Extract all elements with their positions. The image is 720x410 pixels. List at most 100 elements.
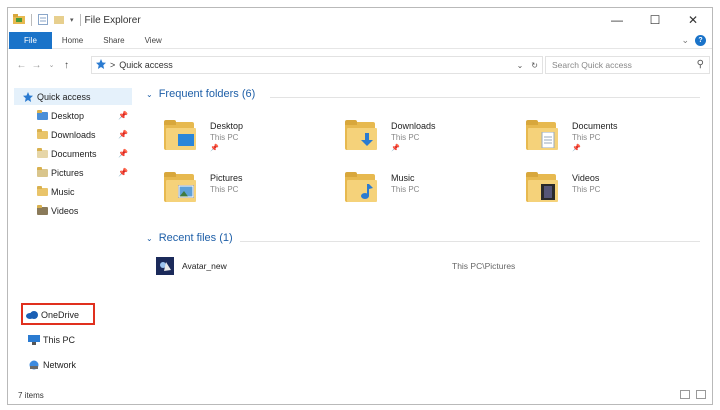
- videos-folder-icon: [36, 204, 48, 216]
- desktop-folder-icon: [36, 109, 48, 121]
- pin-icon: 📌: [118, 111, 128, 120]
- details-view-icon[interactable]: [680, 390, 690, 399]
- quick-access-star-icon: [96, 59, 106, 71]
- recent-locations-icon[interactable]: ⌄: [44, 55, 59, 75]
- status-bar: 7 items: [8, 386, 712, 404]
- recent-file-path: This PC\Pictures: [452, 261, 516, 271]
- pin-icon: 📌: [118, 130, 128, 139]
- address-dropdown-icon[interactable]: ⌄: [517, 61, 524, 70]
- folder-name: Documents: [572, 121, 618, 131]
- folder-location: This PC: [391, 185, 420, 194]
- forward-arrow-icon[interactable]: →: [29, 55, 44, 75]
- tab-view[interactable]: View: [135, 32, 172, 49]
- music-folder-icon: [36, 185, 48, 197]
- window-controls: — ☐ ✕: [598, 8, 712, 32]
- network-icon: [28, 360, 40, 370]
- up-arrow-icon[interactable]: ↑: [59, 55, 74, 75]
- pin-icon: 📌: [118, 168, 128, 177]
- sidebar-item-documents[interactable]: Documents 📌: [36, 145, 132, 162]
- new-folder-icon[interactable]: [54, 14, 64, 26]
- properties-icon[interactable]: [38, 13, 48, 27]
- search-input[interactable]: Search Quick access ⚲: [545, 56, 710, 74]
- pictures-folder-icon: [36, 166, 48, 178]
- window-title: File Explorer: [84, 14, 141, 26]
- ribbon-tabs: File Home Share View ⌄ ?: [8, 31, 712, 49]
- large-icons-view-icon[interactable]: [696, 390, 706, 399]
- sidebar-item-network[interactable]: Network: [28, 356, 128, 373]
- computer-icon: [28, 334, 40, 345]
- view-toggle-group: [680, 390, 706, 399]
- folder-location: This PC: [391, 133, 420, 142]
- documents-folder-icon: [36, 147, 48, 159]
- folder-location: This PC: [210, 185, 239, 194]
- sidebar-item-downloads[interactable]: Downloads 📌: [36, 126, 132, 143]
- address-bar-controls: ⌄ ↻: [517, 57, 538, 73]
- folder-tile-desktop[interactable]: Desktop This PC 📌: [164, 120, 334, 164]
- sidebar-item-label: Videos: [51, 205, 79, 216]
- recent-file-row[interactable]: Avatar_new This PC\Pictures: [156, 256, 696, 276]
- close-button[interactable]: ✕: [674, 8, 712, 32]
- maximize-button[interactable]: ☐: [636, 8, 674, 32]
- quick-access-toolbar: ▾: [8, 8, 81, 32]
- help-icon[interactable]: ?: [695, 35, 706, 46]
- ribbon-right-controls: ⌄ ?: [681, 32, 706, 49]
- explorer-app-icon: [13, 14, 25, 26]
- breadcrumb-separator[interactable]: >: [110, 60, 115, 70]
- sidebar-item-label: Desktop: [51, 110, 85, 121]
- folder-name: Desktop: [210, 121, 244, 131]
- tab-file[interactable]: File: [9, 31, 52, 49]
- sidebar-item-pictures[interactable]: Pictures 📌: [36, 164, 132, 181]
- tab-home[interactable]: Home: [52, 32, 93, 49]
- sidebar-item-label: Music: [51, 186, 75, 197]
- sidebar-item-desktop[interactable]: Desktop 📌: [36, 107, 132, 124]
- group-divider: [240, 241, 700, 242]
- folder-tile-videos[interactable]: Videos This PC: [526, 172, 696, 216]
- folder-tile-downloads[interactable]: Downloads This PC 📌: [345, 120, 515, 164]
- toolbar-divider: [79, 14, 81, 26]
- downloads-folder-icon: [345, 120, 379, 152]
- expand-ribbon-icon[interactable]: ⌄: [681, 35, 689, 46]
- sidebar-item-music[interactable]: Music: [36, 183, 132, 200]
- qat-dropdown-icon[interactable]: ▾: [70, 16, 74, 24]
- address-bar[interactable]: > Quick access ⌄ ↻: [91, 56, 543, 74]
- cloud-icon: [26, 310, 38, 320]
- recent-files-header[interactable]: ⌄ Recent files (1): [146, 232, 233, 244]
- sidebar-item-label: Quick access: [37, 91, 91, 102]
- breadcrumb-quick-access[interactable]: Quick access: [119, 60, 173, 70]
- star-icon: [22, 91, 34, 102]
- pin-icon: 📌: [118, 149, 128, 158]
- search-icon[interactable]: ⚲: [697, 59, 704, 70]
- downloads-folder-icon: [36, 128, 48, 140]
- sidebar-item-onedrive[interactable]: OneDrive: [26, 306, 94, 323]
- address-row: ← → ⌄ ↑ > Quick access ⌄ ↻ Search Quick …: [8, 54, 712, 76]
- folder-name: Videos: [572, 173, 600, 183]
- group-title: Recent files (1): [158, 232, 233, 244]
- folder-name: Downloads: [391, 121, 436, 131]
- tab-share[interactable]: Share: [93, 32, 134, 49]
- sidebar-item-videos[interactable]: Videos: [36, 202, 132, 219]
- documents-folder-icon: [526, 120, 560, 152]
- folder-location: This PC: [572, 185, 601, 194]
- sidebar-item-label: OneDrive: [41, 309, 80, 320]
- pin-icon: 📌: [572, 145, 581, 152]
- collapse-chevron-icon[interactable]: ⌄: [146, 90, 153, 99]
- refresh-icon[interactable]: ↻: [531, 61, 538, 70]
- sidebar-item-this-pc[interactable]: This PC: [28, 331, 128, 348]
- frequent-folders-header[interactable]: ⌄ Frequent folders (6): [146, 88, 255, 100]
- recent-file-name: Avatar_new: [182, 261, 227, 271]
- folder-location: This PC: [210, 133, 239, 142]
- folder-tile-music[interactable]: Music This PC: [345, 172, 515, 216]
- pin-icon: 📌: [210, 145, 219, 152]
- folder-tile-pictures[interactable]: Pictures This PC: [164, 172, 334, 216]
- back-arrow-icon[interactable]: ←: [14, 55, 29, 75]
- sidebar-item-quick-access[interactable]: Quick access: [14, 88, 132, 105]
- folder-tile-documents[interactable]: Documents This PC 📌: [526, 120, 696, 164]
- desktop-folder-icon: [164, 120, 198, 152]
- sidebar-item-label: Documents: [51, 148, 97, 159]
- collapse-chevron-icon[interactable]: ⌄: [146, 234, 153, 243]
- group-divider: [270, 97, 700, 98]
- minimize-button[interactable]: —: [598, 8, 636, 32]
- sidebar-item-label: Network: [43, 359, 77, 370]
- group-title: Frequent folders (6): [158, 88, 256, 100]
- navigation-pane: Quick access Desktop 📌 Downloads 📌 Docum…: [8, 86, 136, 381]
